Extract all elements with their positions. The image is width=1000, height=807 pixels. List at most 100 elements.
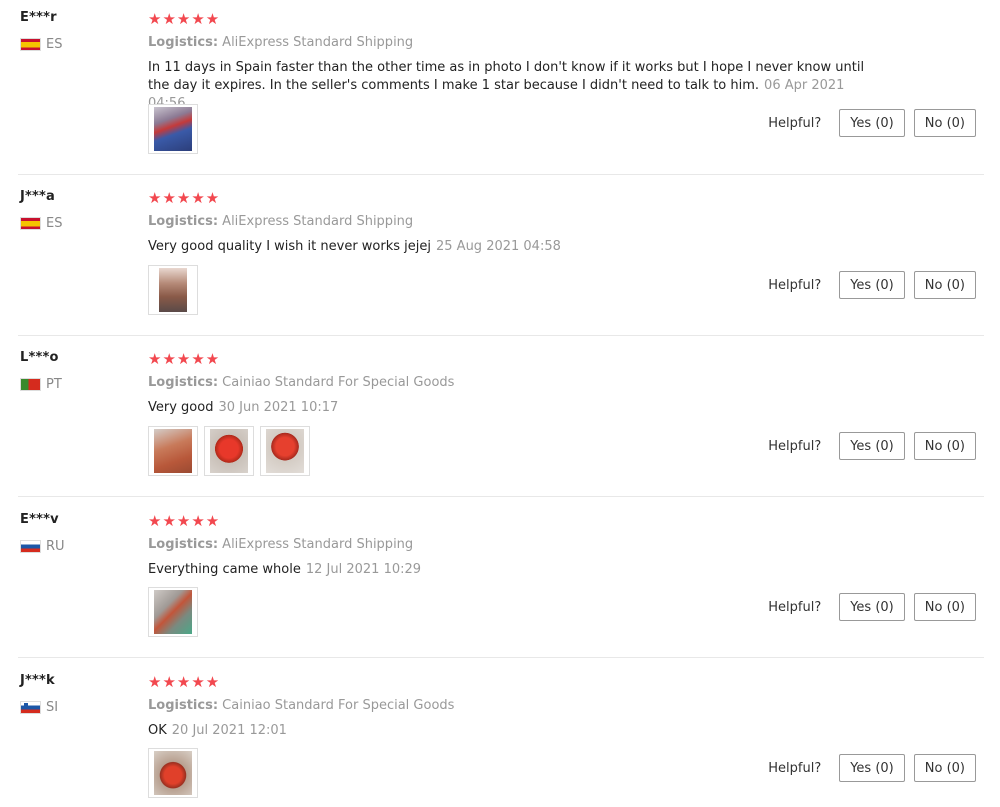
review-photo-thumbnail[interactable] <box>260 426 310 476</box>
logistics-label: Logistics: <box>148 214 219 229</box>
review-photos <box>148 104 198 154</box>
photo-image <box>154 590 192 634</box>
helpful-no-button[interactable]: No (0) <box>913 109 976 137</box>
country-code: ES <box>46 215 63 231</box>
reviewer-country: RU <box>20 538 65 554</box>
review-photo-thumbnail[interactable] <box>148 587 198 637</box>
slovenia-flag-icon <box>20 700 41 714</box>
review-item: J***k SI ★★★★★ Logistics: Cainiao Standa… <box>0 663 1000 807</box>
photo-image <box>266 429 304 473</box>
review-divider <box>18 174 984 175</box>
logistics-method: AliExpress Standard Shipping <box>222 214 414 229</box>
review-photo-thumbnail[interactable] <box>148 748 198 798</box>
helpful-label: Helpful? <box>768 760 822 776</box>
reviewer-country: ES <box>20 36 62 52</box>
portugal-flag-icon <box>20 377 41 391</box>
star-rating: ★★★★★ <box>148 673 221 691</box>
reviewer-name: L***o <box>20 350 59 365</box>
review-photos <box>148 265 198 315</box>
helpful-votes: Helpful? Yes (0) No (0) <box>768 109 976 137</box>
review-photos <box>148 587 198 637</box>
photo-image <box>159 268 187 312</box>
helpful-label: Helpful? <box>768 599 822 615</box>
helpful-votes: Helpful? Yes (0) No (0) <box>768 432 976 460</box>
review-text: In 11 days in Spain faster than the othe… <box>148 60 865 93</box>
review-divider <box>18 496 984 497</box>
spain-flag-icon <box>20 216 41 230</box>
helpful-no-button[interactable]: No (0) <box>913 432 976 460</box>
review-text-block: OK 20 Jul 2021 12:01 <box>148 722 878 740</box>
helpful-label: Helpful? <box>768 438 822 454</box>
helpful-yes-button[interactable]: Yes (0) <box>839 432 905 460</box>
logistics-label: Logistics: <box>148 537 219 552</box>
review-text-block: Very good quality I wish it never works … <box>148 238 878 256</box>
photo-image <box>154 429 192 473</box>
helpful-label: Helpful? <box>768 115 822 131</box>
review-text: Everything came whole <box>148 562 301 577</box>
logistics-method: AliExpress Standard Shipping <box>222 537 414 552</box>
review-divider <box>18 335 984 336</box>
logistics-method: AliExpress Standard Shipping <box>222 35 414 50</box>
helpful-votes: Helpful? Yes (0) No (0) <box>768 271 976 299</box>
review-photo-thumbnail[interactable] <box>148 265 198 315</box>
country-code: SI <box>46 699 59 715</box>
review-text: Very good <box>148 400 214 415</box>
logistics-label: Logistics: <box>148 698 219 713</box>
logistics-info: Logistics: AliExpress Standard Shipping <box>148 214 413 229</box>
logistics-method: Cainiao Standard For Special Goods <box>222 375 455 390</box>
spain-flag-icon <box>20 37 41 51</box>
country-code: RU <box>46 538 65 554</box>
helpful-label: Helpful? <box>768 277 822 293</box>
reviewer-country: SI <box>20 699 58 715</box>
review-photos <box>148 748 198 798</box>
review-photos <box>148 426 310 476</box>
russia-flag-icon <box>20 539 41 553</box>
star-rating: ★★★★★ <box>148 350 221 368</box>
helpful-votes: Helpful? Yes (0) No (0) <box>768 593 976 621</box>
review-text-block: Very good 30 Jun 2021 10:17 <box>148 399 878 417</box>
review-item: E***r ES ★★★★★ Logistics: AliExpress Sta… <box>0 0 1000 175</box>
photo-image <box>210 429 248 473</box>
reviewer-name: J***k <box>20 673 55 688</box>
review-text: OK <box>148 723 167 738</box>
review-divider <box>18 657 984 658</box>
helpful-no-button[interactable]: No (0) <box>913 593 976 621</box>
review-item: L***o PT ★★★★★ Logistics: Cainiao Standa… <box>0 340 1000 501</box>
review-item: E***v RU ★★★★★ Logistics: AliExpress Sta… <box>0 502 1000 663</box>
helpful-yes-button[interactable]: Yes (0) <box>839 593 905 621</box>
logistics-info: Logistics: AliExpress Standard Shipping <box>148 35 413 50</box>
photo-image <box>154 751 192 795</box>
helpful-no-button[interactable]: No (0) <box>913 271 976 299</box>
star-rating: ★★★★★ <box>148 189 221 207</box>
reviewer-country: ES <box>20 215 62 231</box>
reviewer-name: E***r <box>20 10 57 25</box>
review-item: J***a ES ★★★★★ Logistics: AliExpress Sta… <box>0 179 1000 340</box>
review-text-block: Everything came whole 12 Jul 2021 10:29 <box>148 561 878 579</box>
star-rating: ★★★★★ <box>148 512 221 530</box>
helpful-votes: Helpful? Yes (0) No (0) <box>768 754 976 782</box>
review-date: 25 Aug 2021 04:58 <box>436 239 561 254</box>
review-text-block: In 11 days in Spain faster than the othe… <box>148 59 878 113</box>
reviewer-name: E***v <box>20 512 59 527</box>
logistics-label: Logistics: <box>148 35 219 50</box>
helpful-yes-button[interactable]: Yes (0) <box>839 754 905 782</box>
review-date: 20 Jul 2021 12:01 <box>171 723 287 738</box>
review-date: 12 Jul 2021 10:29 <box>305 562 422 577</box>
reviewer-country: PT <box>20 376 62 392</box>
review-photo-thumbnail[interactable] <box>148 104 198 154</box>
logistics-info: Logistics: Cainiao Standard For Special … <box>148 698 454 713</box>
country-code: ES <box>46 36 63 52</box>
photo-image <box>154 107 192 151</box>
country-code: PT <box>46 376 62 392</box>
reviewer-name: J***a <box>20 189 56 204</box>
review-photo-thumbnail[interactable] <box>148 426 198 476</box>
logistics-info: Logistics: AliExpress Standard Shipping <box>148 537 413 552</box>
star-rating: ★★★★★ <box>148 10 221 28</box>
helpful-yes-button[interactable]: Yes (0) <box>839 271 905 299</box>
helpful-no-button[interactable]: No (0) <box>913 754 976 782</box>
logistics-info: Logistics: Cainiao Standard For Special … <box>148 375 454 390</box>
review-date: 30 Jun 2021 10:17 <box>218 400 339 415</box>
logistics-label: Logistics: <box>148 375 219 390</box>
review-photo-thumbnail[interactable] <box>204 426 254 476</box>
helpful-yes-button[interactable]: Yes (0) <box>839 109 905 137</box>
